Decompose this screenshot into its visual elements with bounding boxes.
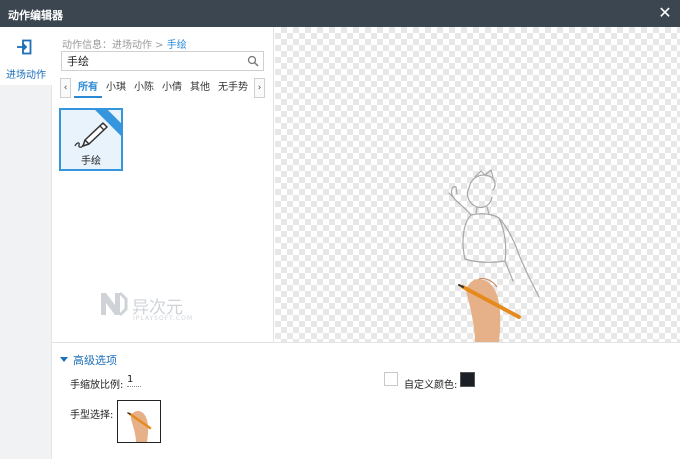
nav-item-label: 进场动作 — [6, 70, 46, 81]
custom-color-checkbox[interactable] — [384, 372, 398, 386]
left-nav: 进场动作 — [0, 27, 52, 459]
pen-icon — [74, 122, 108, 148]
title-bar: 动作编辑器 ✕ — [0, 0, 680, 27]
hand-thumbnail-icon — [127, 411, 152, 442]
tab-xiaochen[interactable]: 小陈 — [130, 78, 158, 98]
custom-color-swatch[interactable] — [460, 372, 475, 387]
tab-all[interactable]: 所有 — [74, 78, 102, 98]
tab-xiaoqian[interactable]: 小倩 — [158, 78, 186, 98]
watermark-subtext: IPLAYSOFT.COM — [133, 315, 193, 322]
hand-scale-input[interactable] — [127, 373, 141, 387]
tab-xiaoqi[interactable]: 小琪 — [102, 78, 130, 98]
category-tabs: ‹ 所有 小琪 小陈 小倩 其他 无手势 › — [60, 78, 265, 98]
animation-preview-canvas — [275, 27, 680, 342]
entrance-icon — [17, 39, 32, 55]
tab-no-gesture[interactable]: 无手势 — [214, 78, 252, 98]
window-title: 动作编辑器 — [8, 9, 63, 22]
sketch-preview-image — [448, 169, 540, 342]
close-icon[interactable]: ✕ — [656, 4, 674, 22]
hand-type-label: 手型选择: — [70, 410, 114, 421]
search-box — [61, 51, 264, 71]
action-panel: 动作信息：进场动作 > 手绘 ‹ 所有 小琪 小陈 小倩 其他 无手势 › 手绘 — [52, 27, 274, 342]
breadcrumb-root[interactable]: 动作信息：进场动作 > — [62, 40, 164, 51]
watermark-logo-icon — [101, 291, 128, 317]
tab-scroll-left-icon[interactable]: ‹ — [60, 78, 71, 98]
custom-color-label: 自定义颜色: — [404, 380, 458, 391]
advanced-options-title: 高级选项 — [73, 354, 117, 367]
tab-list: 所有 小琪 小陈 小倩 其他 无手势 — [74, 78, 252, 98]
advanced-options-panel: 高级选项 手缩放比例: 自定义颜色: 手型选择: — [52, 342, 680, 459]
hand-type-picker[interactable] — [117, 400, 161, 443]
tab-scroll-right-icon[interactable]: › — [254, 78, 265, 98]
breadcrumb: 动作信息：进场动作 > 手绘 — [62, 36, 187, 51]
nav-item-entrance[interactable]: 进场动作 — [0, 27, 52, 85]
advanced-options-toggle[interactable]: 高级选项 — [60, 352, 117, 368]
action-card-hand-draw[interactable]: 手绘 — [59, 108, 123, 171]
search-icon[interactable] — [247, 55, 259, 67]
action-card-label: 手绘 — [81, 156, 101, 167]
tab-other[interactable]: 其他 — [186, 78, 214, 98]
breadcrumb-current: 手绘 — [166, 40, 187, 51]
hand-scale-label: 手缩放比例: — [70, 380, 124, 391]
search-input[interactable] — [67, 54, 243, 68]
caret-down-icon — [60, 357, 68, 362]
